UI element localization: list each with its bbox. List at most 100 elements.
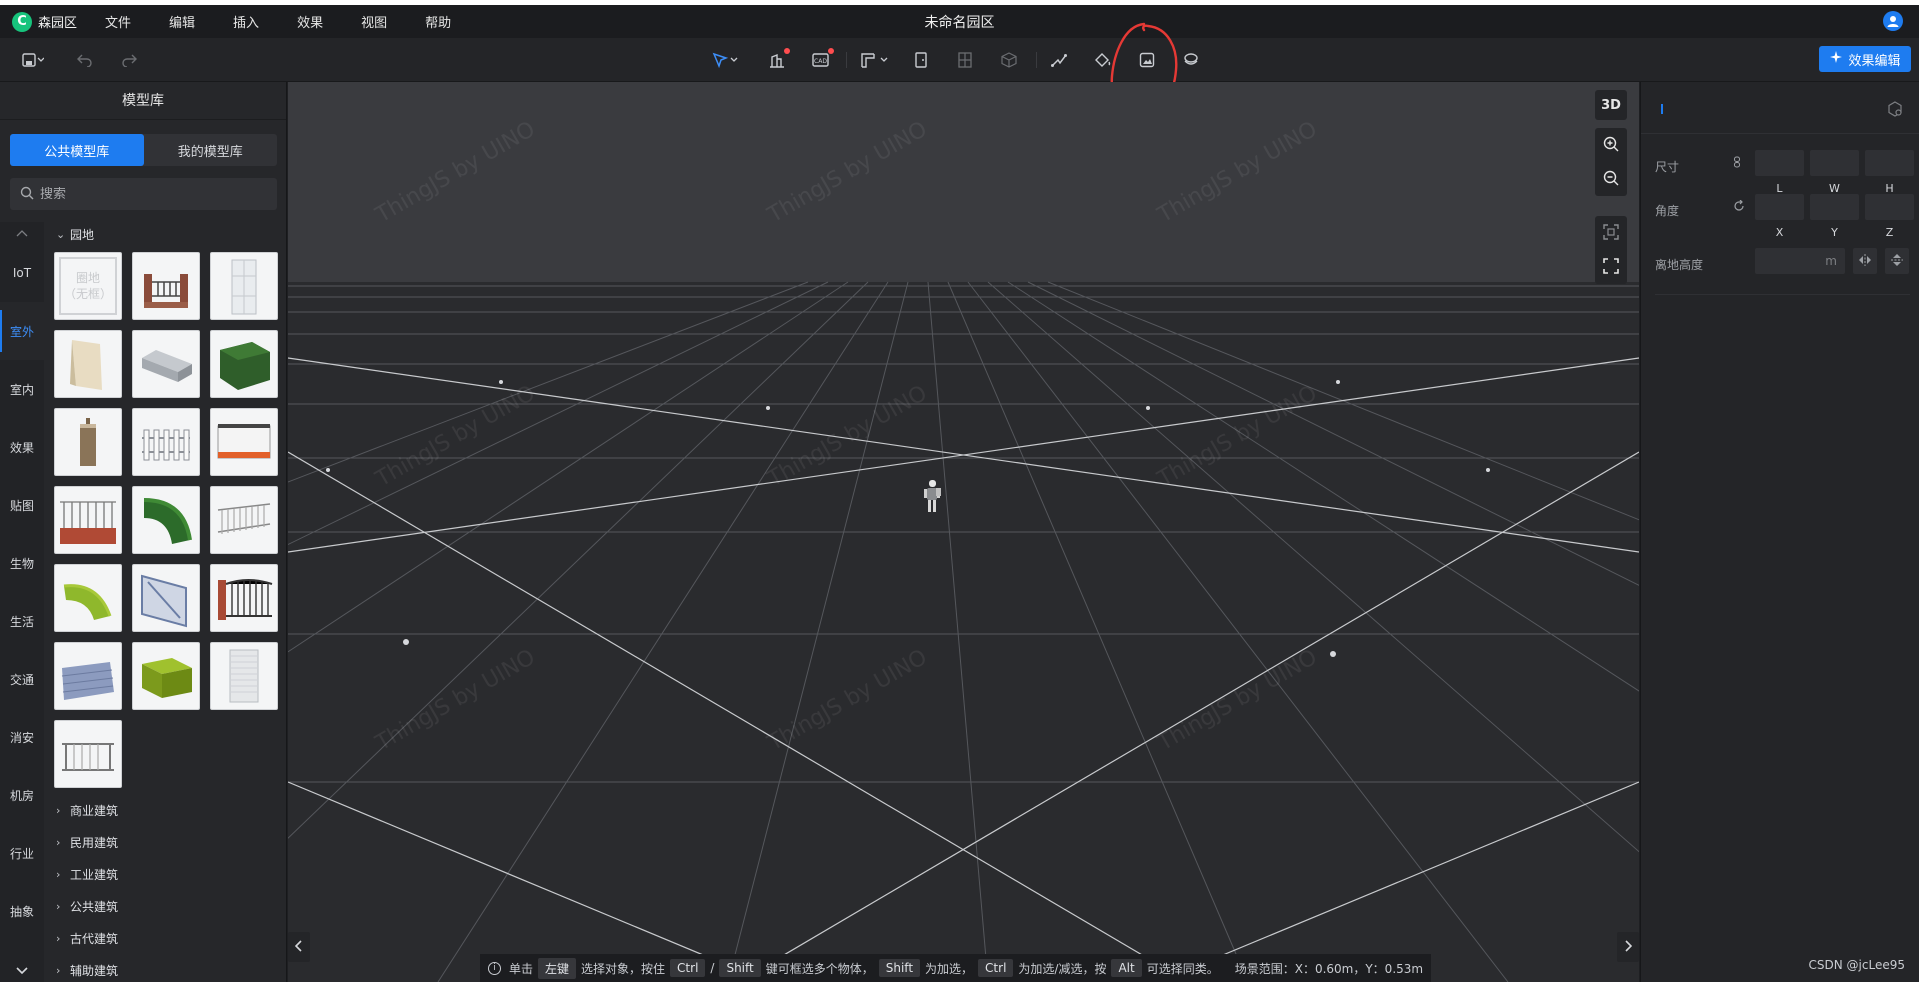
size-h-input[interactable] [1865,150,1914,176]
category-iot[interactable]: IoT [0,244,44,302]
category-fire-safety[interactable]: 消安 [0,708,44,766]
model-thumb-glass-wall[interactable] [210,252,278,320]
menu-effect[interactable]: 效果 [293,10,327,33]
category-life[interactable]: 生活 [0,592,44,650]
category-indoor[interactable]: 室内 [0,360,44,418]
zoom-controls [1595,128,1627,196]
path-tool-button[interactable] [1048,47,1070,73]
concrete-block-icon [142,350,192,382]
app-logo[interactable]: C 森园区 [12,11,77,32]
mirror-vertical-icon [1891,253,1903,270]
model-settings-icon[interactable] [1887,101,1903,120]
angle-label: 角度 [1655,204,1680,218]
building-icon [768,52,786,68]
model-thumb-tiled-wall[interactable] [54,642,122,710]
model-thumb-pillar[interactable] [54,408,122,476]
model-thumb-hedge[interactable] [210,330,278,398]
collapse-left-button[interactable] [288,932,310,962]
redo-button[interactable] [118,47,140,73]
model-thumb-steel-railing[interactable] [54,720,122,788]
hedge-icon [220,342,270,390]
steel-railing-icon [62,743,114,771]
zoom-in-button[interactable] [1595,128,1627,162]
angle-row: 角度 X Y Z [1655,192,1914,244]
hint-text: 为加选/减选，按 [1018,961,1107,976]
model-thumb-curved-lawn[interactable] [54,564,122,632]
category-texture[interactable]: 贴图 [0,476,44,534]
undo-button[interactable] [74,47,96,73]
chevron-right-icon: › [56,931,61,945]
group-header[interactable]: › 公共建筑 [54,894,284,918]
menu-insert[interactable]: 插入 [229,10,263,33]
building-tool-button[interactable] [766,47,790,73]
model-thumb-grille-panel[interactable] [210,642,278,710]
svg-text:CAD: CAD [814,58,827,65]
menu-edit[interactable]: 编辑 [165,10,199,33]
group-header[interactable]: › 民用建筑 [54,830,284,854]
chevron-right-icon: › [56,803,61,817]
group-header-expanded[interactable]: ⌄ 园地 [54,222,284,246]
model-thumb-sliding-gate[interactable] [132,564,200,632]
view-mode-3d-button[interactable]: 3D [1595,90,1627,120]
model-thumb-white-fence[interactable] [132,408,200,476]
fullscreen-button[interactable] [1595,250,1627,284]
angle-x-input[interactable] [1755,194,1804,220]
group-label: 园地 [70,227,95,242]
astronaut-figure[interactable] [924,480,941,512]
zoom-out-button[interactable] [1595,162,1627,196]
cad-tool-button[interactable]: CAD [810,47,834,73]
model-thumb-curved-hedge[interactable] [132,486,200,554]
model-thumb-wall-panel[interactable] [54,330,122,398]
chevron-down-icon[interactable] [0,960,44,982]
menu-help[interactable]: 帮助 [421,10,455,33]
angle-y-input[interactable] [1810,194,1859,220]
model-thumb-concrete-block[interactable] [132,330,200,398]
category-effect[interactable]: 效果 [0,418,44,476]
tab-public-library[interactable]: 公共模型库 [10,134,144,166]
category-creature[interactable]: 生物 [0,534,44,592]
menu-file[interactable]: 文件 [101,10,135,33]
angle-z-input[interactable] [1865,194,1914,220]
active-indicator [1661,104,1663,114]
category-server-room[interactable]: 机房 [0,766,44,824]
fit-view-button[interactable] [1595,216,1627,250]
height-label: 离地高度 [1655,258,1704,272]
search-input[interactable] [40,186,260,202]
user-avatar-icon[interactable] [1883,11,1903,31]
door-tool-button[interactable] [910,47,932,73]
model-thumb-lawn-block[interactable] [132,642,200,710]
model-thumb-iron-gate[interactable] [210,564,278,632]
height-input[interactable]: m [1755,248,1845,274]
category-abstract[interactable]: 抽象 [0,882,44,940]
box-tool-button[interactable] [998,47,1020,73]
mirror-horizontal-button[interactable] [1853,248,1877,274]
layers-tool-button[interactable] [1180,47,1202,73]
menu-view[interactable]: 视图 [357,10,391,33]
category-industry[interactable]: 行业 [0,824,44,882]
mirror-vertical-button[interactable] [1885,248,1909,274]
link-icon[interactable] [1733,156,1741,171]
select-tool-button[interactable] [708,47,742,73]
save-button[interactable] [16,47,50,73]
rotate-icon[interactable] [1733,199,1745,215]
chevron-up-icon[interactable] [0,222,44,244]
window-tool-button[interactable] [954,47,976,73]
size-w-input[interactable] [1810,150,1859,176]
model-thumb-red-brick-railing[interactable] [54,486,122,554]
group-header[interactable]: › 古代建筑 [54,926,284,950]
effect-edit-button[interactable]: 效果编辑 [1819,46,1911,72]
group-header[interactable]: › 工业建筑 [54,862,284,886]
3d-viewport[interactable]: ThingJS by UINO ThingJS by UINO ThingJS … [288,82,1639,982]
category-traffic[interactable]: 交通 [0,650,44,708]
collapse-right-button[interactable] [1617,932,1639,962]
size-l-input[interactable] [1755,150,1804,176]
category-outdoor[interactable]: 室外 [0,302,44,360]
model-thumb-metal-railing[interactable] [210,486,278,554]
group-header[interactable]: › 商业建筑 [54,798,284,822]
model-thumb-plot-frameless[interactable]: 圈地 （无框） [54,252,122,320]
model-thumb-signboard[interactable] [210,408,278,476]
wall-tool-button[interactable] [858,47,892,73]
group-header[interactable]: › 辅助建筑 [54,958,284,982]
tab-my-library[interactable]: 我的模型库 [144,134,278,166]
model-thumb-brick-fence[interactable] [132,252,200,320]
